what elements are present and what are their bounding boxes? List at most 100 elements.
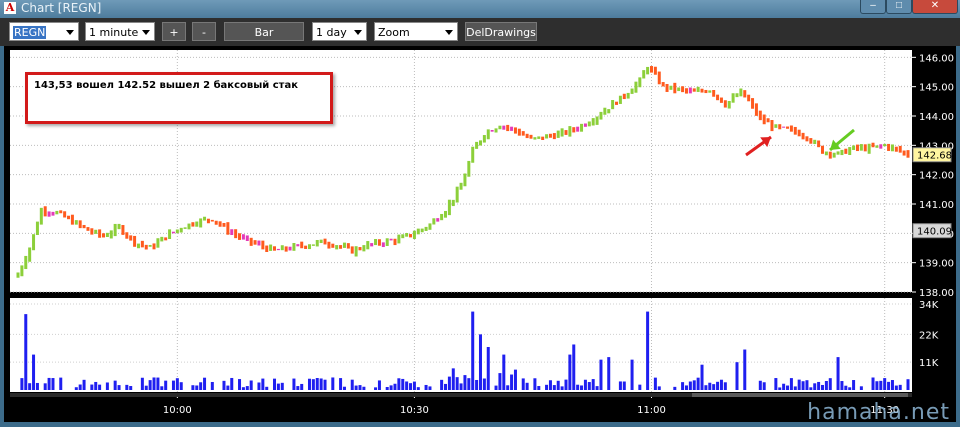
volume-bar: [475, 379, 479, 390]
volume-bar: [700, 364, 704, 390]
title-bar: A Chart [REGN] – □ ✕: [0, 0, 960, 18]
annotation-text: 143,53 вошел 142.52 вышел 2 баксовый ста…: [34, 80, 298, 91]
volume-bar: [160, 386, 164, 390]
volume-bar: [653, 377, 657, 390]
volume-bar: [222, 380, 226, 390]
price-tick-label: 141.00: [919, 200, 954, 211]
volume-bar: [595, 386, 599, 390]
maximize-button[interactable]: □: [886, 0, 912, 14]
volume-bar: [607, 357, 611, 390]
price-tick-label: 146.00: [919, 53, 954, 64]
minimize-button[interactable]: –: [860, 0, 886, 14]
volume-bar: [401, 378, 405, 390]
volume-bar: [564, 379, 568, 390]
volume-bar: [144, 385, 148, 390]
volume-bar: [576, 384, 580, 390]
volume-bar: [813, 383, 817, 390]
volume-bar: [556, 380, 560, 390]
volume-bar: [591, 379, 595, 390]
volume-bar: [191, 385, 195, 390]
last-price-label: 142.68: [917, 151, 952, 162]
symbol-select[interactable]: REGN: [9, 22, 79, 41]
volume-bar: [510, 374, 514, 390]
volume-bar: [506, 385, 510, 390]
volume-bar: [545, 384, 549, 390]
volume-bar: [537, 386, 541, 390]
volume-bar: [393, 383, 397, 390]
volume-bar: [743, 349, 747, 390]
chevron-down-icon: [66, 30, 74, 35]
chart-toolbar: REGN 1 minute + - Bar 1 day Zoom DelDraw…: [0, 18, 960, 46]
volume-bar: [459, 383, 463, 390]
period-select[interactable]: 1 day: [312, 22, 367, 41]
volume-bar: [195, 385, 199, 390]
volume-bar: [129, 386, 133, 390]
volume-bar: [875, 381, 879, 390]
volume-bar: [164, 380, 168, 390]
volume-bar: [778, 387, 782, 390]
volume-bar: [599, 359, 603, 390]
symbol-value: REGN: [13, 26, 47, 39]
volume-bar: [498, 373, 502, 390]
volume-bar: [296, 386, 300, 390]
time-tick-label: 10:30: [400, 405, 429, 416]
volume-bar: [774, 378, 778, 390]
volume-bar: [148, 380, 152, 390]
volume-bar: [681, 382, 685, 390]
volume-bar: [377, 380, 381, 390]
volume-bar: [482, 378, 486, 390]
volume-bar: [521, 378, 525, 390]
volume-bar: [82, 379, 86, 390]
volume-bar: [90, 384, 94, 390]
volume-bar: [580, 385, 584, 390]
volume-bar: [280, 382, 284, 390]
volume-bar: [405, 381, 409, 390]
volume-bar: [719, 379, 723, 390]
volume-bar: [630, 359, 634, 390]
chart-type-button[interactable]: Bar: [224, 22, 304, 41]
volume-bar: [533, 378, 537, 390]
volume-bar: [809, 387, 813, 390]
volume-bar: [125, 384, 129, 390]
volume-bar: [786, 385, 790, 390]
volume-bar: [424, 384, 428, 390]
price-tick-label: 142.00: [919, 171, 954, 182]
volume-bar: [568, 354, 572, 390]
annotation-box[interactable]: 143,53 вошел 142.52 вышел 2 баксовый ста…: [25, 72, 333, 124]
zoom-in-button[interactable]: +: [162, 22, 186, 41]
volume-bar: [797, 379, 801, 390]
volume-bar: [712, 384, 716, 390]
del-drawings-button[interactable]: DelDrawings: [465, 22, 537, 41]
volume-bar: [871, 377, 875, 390]
volume-bar: [455, 377, 459, 390]
zoom-out-button[interactable]: -: [192, 22, 216, 41]
volume-bar: [638, 384, 642, 390]
volume-bar: [113, 380, 117, 390]
close-button[interactable]: ✕: [912, 0, 958, 14]
volume-bar: [203, 377, 207, 390]
zoom-select[interactable]: Zoom: [374, 22, 458, 41]
volume-bar: [898, 384, 902, 390]
volume-bar: [265, 386, 269, 390]
volume-bar: [708, 382, 712, 390]
volume-bar: [362, 386, 366, 390]
zoom-value: Zoom: [378, 26, 410, 39]
volume-bar: [548, 380, 552, 390]
volume-bar: [684, 385, 688, 390]
volume-bar: [374, 387, 378, 390]
volume-bar: [525, 382, 529, 390]
price-tick-label: 139.00: [919, 259, 954, 270]
volume-bar: [78, 384, 82, 390]
volume-bar: [307, 378, 311, 390]
volume-bar: [179, 382, 183, 390]
volume-bar: [249, 380, 253, 390]
volume-bar: [300, 383, 304, 390]
volume-bar: [273, 378, 277, 390]
volume-bar: [331, 377, 335, 390]
volume-bar: [226, 385, 230, 390]
volume-bar: [105, 382, 109, 390]
interval-select[interactable]: 1 minute: [85, 22, 155, 41]
volume-bar: [723, 382, 727, 390]
volume-bar: [463, 375, 467, 390]
volume-bar: [852, 380, 856, 390]
